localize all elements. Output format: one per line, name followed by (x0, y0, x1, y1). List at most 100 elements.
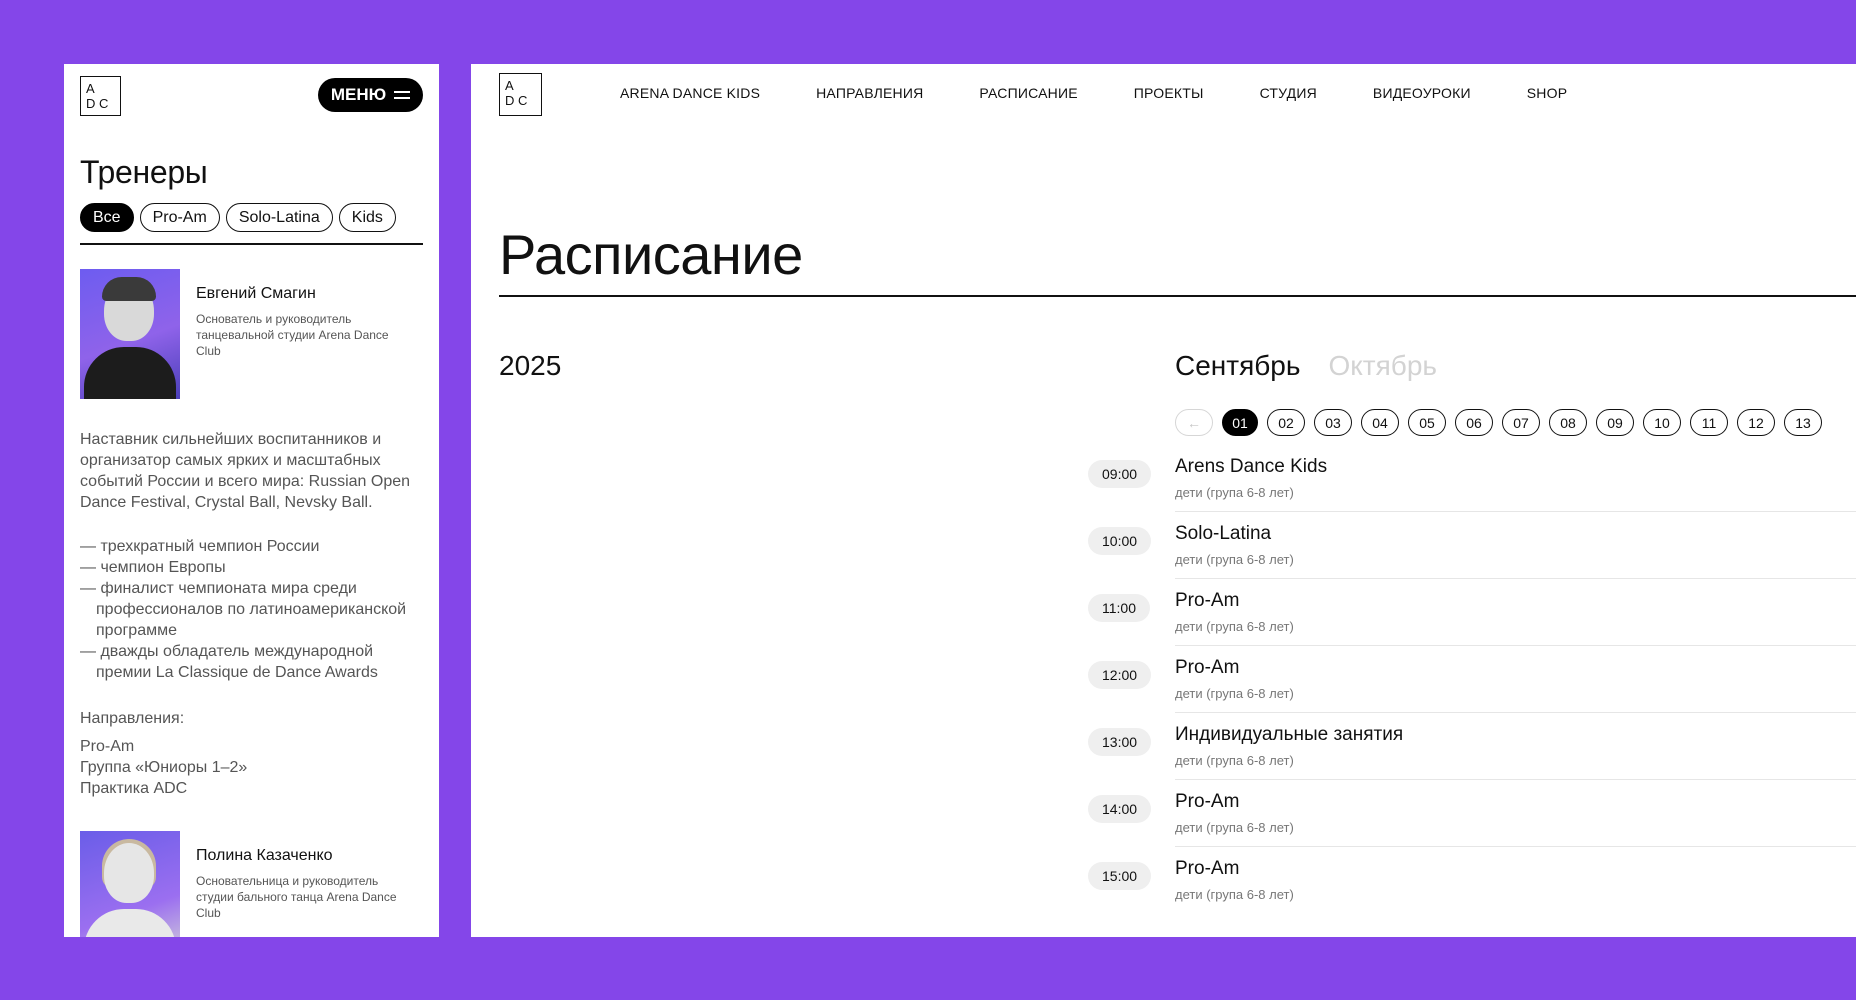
class-subtitle: дети (група 6-8 лет) (1175, 552, 1294, 567)
year-label: 2025 (499, 350, 562, 381)
hamburger-icon (394, 91, 411, 99)
logo-line-2: D C (505, 93, 528, 108)
schedule-item[interactable]: 13:00 Индивидуальные занятия дети (група… (1088, 724, 1856, 791)
menu-button[interactable]: МЕНЮ (318, 78, 423, 112)
menu-label: МЕНЮ (330, 85, 387, 104)
day-chip[interactable]: 02 (1267, 409, 1305, 436)
logo-line-2: D C (86, 96, 109, 111)
nav-item-schedule[interactable]: РАСПИСАНИЕ (979, 85, 1077, 101)
trainer-role: Основательница и руководитель студии бал… (196, 874, 397, 920)
trainer-role: Основатель и руководитель танцевальной с… (196, 312, 389, 358)
achievement-item: — дважды обладатель международной премии… (80, 643, 378, 681)
class-title: Pro-Am (1175, 791, 1240, 812)
trainer-bio: Наставник сильнейших воспитанников и орг… (80, 431, 411, 511)
time-badge: 15:00 (1088, 862, 1152, 890)
trainer-directions: Pro-Am Группа «Юниоры 1–2» Практика ADC (80, 736, 247, 799)
divider (1175, 511, 1856, 512)
day-chip[interactable]: 12 (1737, 409, 1775, 436)
time-badge: 11:00 (1088, 594, 1150, 622)
divider (1175, 645, 1856, 646)
divider (1175, 779, 1856, 780)
day-chip[interactable]: 04 (1361, 409, 1399, 436)
nav-item-arena-dance-kids[interactable]: ARENA DANCE KIDS (620, 85, 760, 101)
class-title: Arens Dance Kids (1175, 456, 1328, 477)
time-badge: 10:00 (1088, 527, 1152, 555)
filter-chips: Все Pro-Am Solo-Latina Kids (80, 203, 396, 232)
directions-label: Направления: (80, 710, 185, 727)
class-title: Pro-Am (1175, 590, 1240, 611)
class-title: Solo-Latina (1175, 523, 1272, 544)
nav-item-directions[interactable]: НАПРАВЛЕНИЯ (816, 85, 923, 101)
class-subtitle: дети (група 6-8 лет) (1175, 753, 1294, 768)
trainer-name: Евгений Смагин (196, 285, 316, 302)
nav-item-video-lessons[interactable]: ВИДЕОУРОКИ (1373, 85, 1471, 101)
divider (1175, 712, 1856, 713)
trainer-name: Полина Казаченко (196, 847, 333, 864)
schedule-item[interactable]: 12:00 Pro-Am дети (група 6-8 лет) (1088, 657, 1856, 724)
filter-chip-all[interactable]: Все (80, 203, 134, 232)
class-title: Индивидуальные занятия (1175, 724, 1404, 745)
month-tab[interactable]: Октябрь (1328, 350, 1437, 382)
month-switcher: Сентябрь Октябрь (1175, 350, 1437, 382)
class-subtitle: дети (група 6-8 лет) (1175, 485, 1294, 500)
class-title: Pro-Am (1175, 657, 1240, 678)
day-chip[interactable]: 01 (1222, 409, 1258, 436)
trainer-card[interactable]: Евгений Смагин Основатель и руководитель… (80, 269, 423, 399)
divider (80, 243, 423, 245)
schedule-list: 09:00 Arens Dance Kids дети (група 6-8 л… (1088, 456, 1856, 925)
direction-item[interactable]: Практика ADC (80, 778, 247, 799)
mobile-trainers-panel: A D C МЕНЮ Тренеры Все Pro-Am Solo-Latin… (64, 64, 439, 937)
logo[interactable]: A D C (499, 73, 542, 116)
schedule-item[interactable]: 09:00 Arens Dance Kids дети (група 6-8 л… (1088, 456, 1856, 523)
filter-chip-pro-am[interactable]: Pro-Am (139, 203, 220, 232)
class-title: Pro-Am (1175, 858, 1240, 879)
page-title: Тренеры (80, 154, 208, 190)
class-subtitle: дети (група 6-8 лет) (1175, 820, 1294, 835)
trainer-photo (80, 831, 180, 937)
time-badge: 12:00 (1088, 661, 1152, 689)
page-title: Расписание (499, 223, 803, 286)
logo[interactable]: A D C (80, 76, 121, 116)
schedule-item[interactable]: 15:00 Pro-Am дети (група 6-8 лет) (1088, 858, 1856, 925)
nav-item-projects[interactable]: ПРОЕКТЫ (1134, 85, 1204, 101)
direction-item[interactable]: Группа «Юниоры 1–2» (80, 757, 247, 778)
achievement-item: — трехкратный чемпион России (80, 538, 320, 555)
day-chip[interactable]: 05 (1408, 409, 1446, 436)
nav-item-shop[interactable]: SHOP (1527, 85, 1567, 101)
month-tab-active[interactable]: Сентябрь (1175, 350, 1300, 382)
class-subtitle: дети (група 6-8 лет) (1175, 619, 1294, 634)
achievement-item: — чемпион Европы (80, 559, 226, 576)
achievement-item: — финалист чемпионата мира среди професс… (80, 580, 407, 639)
divider (499, 295, 1856, 297)
day-chip[interactable]: 13 (1784, 409, 1822, 436)
day-chip[interactable]: 10 (1643, 409, 1681, 436)
divider (1175, 846, 1856, 847)
time-badge: 09:00 (1088, 460, 1152, 488)
day-chip[interactable]: 07 (1502, 409, 1540, 436)
logo-line-1: A (505, 78, 514, 93)
nav-item-studio[interactable]: СТУДИЯ (1260, 85, 1317, 101)
day-chip[interactable]: 08 (1549, 409, 1587, 436)
arrow-left-icon[interactable]: ← (1175, 409, 1213, 436)
divider (1175, 578, 1856, 579)
direction-item[interactable]: Pro-Am (80, 736, 247, 757)
day-chip[interactable]: 03 (1314, 409, 1352, 436)
day-chip[interactable]: 06 (1455, 409, 1493, 436)
filter-chip-solo-latina[interactable]: Solo-Latina (225, 203, 333, 232)
class-subtitle: дети (група 6-8 лет) (1175, 686, 1294, 701)
trainer-card[interactable]: Полина Казаченко Основательница и руково… (80, 831, 423, 937)
day-chip[interactable]: 11 (1690, 409, 1728, 436)
filter-chip-kids[interactable]: Kids (338, 203, 396, 232)
schedule-item[interactable]: 10:00 Solo-Latina дети (група 6-8 лет) (1088, 523, 1856, 590)
time-badge: 13:00 (1088, 728, 1152, 756)
top-nav: ARENA DANCE KIDS НАПРАВЛЕНИЯ РАСПИСАНИЕ … (620, 85, 1623, 101)
desktop-schedule-panel: A D C ARENA DANCE KIDS НАПРАВЛЕНИЯ РАСПИ… (471, 64, 1856, 937)
schedule-item[interactable]: 14:00 Pro-Am дети (група 6-8 лет) (1088, 791, 1856, 858)
schedule-item[interactable]: 11:00 Pro-Am дети (група 6-8 лет) (1088, 590, 1856, 657)
time-badge: 14:00 (1088, 795, 1152, 823)
day-chip[interactable]: 09 (1596, 409, 1634, 436)
trainer-achievements: — трехкратный чемпион России — чемпион Е… (80, 536, 425, 683)
class-subtitle: дети (група 6-8 лет) (1175, 887, 1294, 902)
day-selector: ← 01 02 03 04 05 06 07 08 09 10 11 12 13 (1175, 409, 1822, 436)
logo-line-1: A (86, 81, 95, 96)
